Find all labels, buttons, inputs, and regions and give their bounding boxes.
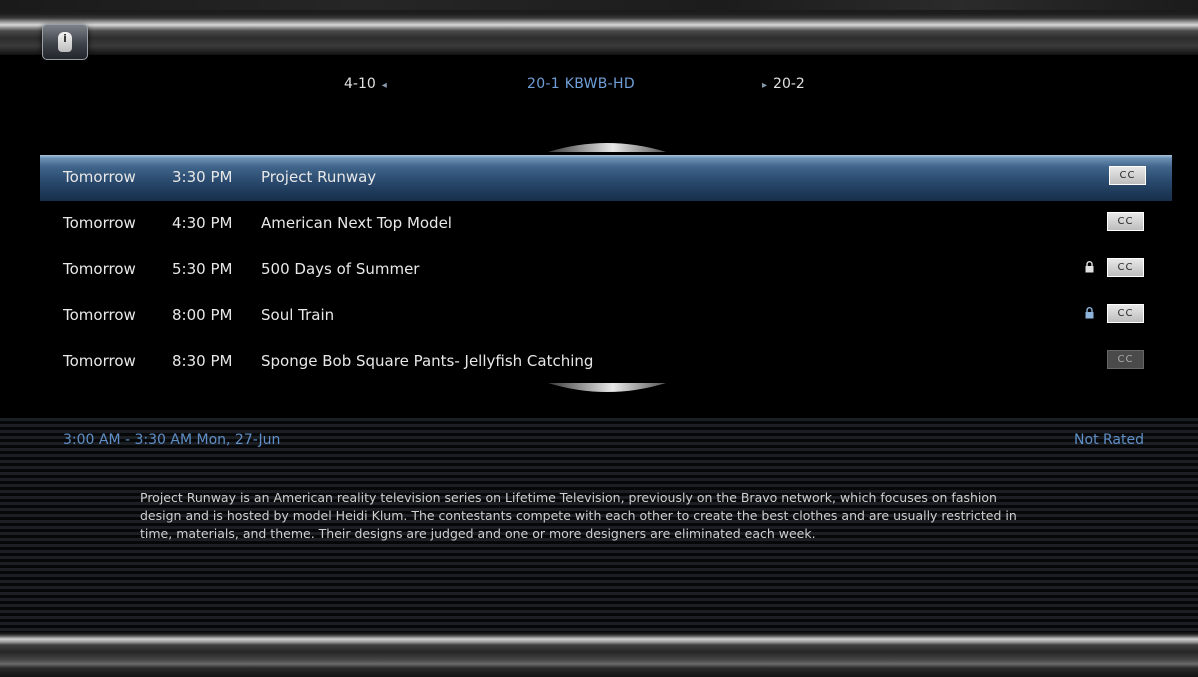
list-item[interactable]: Tomorrow 4:30 PM American Next Top Model CC bbox=[0, 201, 1198, 247]
program-title: Project Runway bbox=[261, 168, 377, 186]
cc-badge: CC bbox=[1109, 166, 1146, 185]
lock-icon bbox=[1085, 307, 1094, 319]
chevron-right-icon[interactable]: ▸ bbox=[762, 80, 767, 91]
cc-badge: CC bbox=[1107, 350, 1144, 369]
current-channel: 20-1 KBWB-HD bbox=[527, 76, 635, 92]
program-title: Sponge Bob Square Pants- Jellyfish Catch… bbox=[261, 352, 594, 370]
airing-time: 3:00 AM - 3:30 AM Mon, 27-Jun bbox=[63, 432, 281, 448]
bottom-chrome-bar bbox=[0, 632, 1198, 677]
list-item[interactable]: Tomorrow 8:00 PM Soul Train CC bbox=[0, 293, 1198, 339]
program-day: Tomorrow bbox=[63, 352, 136, 370]
program-time: 4:30 PM bbox=[172, 214, 233, 232]
program-day: Tomorrow bbox=[63, 214, 136, 232]
program-day: Tomorrow bbox=[63, 260, 136, 278]
program-description: Project Runway is an American reality te… bbox=[140, 490, 1017, 541]
program-time: 3:30 PM bbox=[172, 168, 233, 186]
program-title: Soul Train bbox=[261, 306, 335, 324]
program-details: 3:00 AM - 3:30 AM Mon, 27-Jun Not Rated … bbox=[0, 418, 1198, 632]
info-icon: i bbox=[58, 32, 72, 52]
chevron-left-icon[interactable]: ◂ bbox=[382, 80, 387, 91]
scroll-up-icon[interactable] bbox=[548, 138, 666, 152]
cc-badge: CC bbox=[1107, 212, 1144, 231]
cc-badge: CC bbox=[1107, 304, 1144, 323]
program-title: American Next Top Model bbox=[261, 214, 452, 232]
program-time: 8:00 PM bbox=[172, 306, 233, 324]
top-chrome-bar bbox=[0, 0, 1198, 55]
list-item[interactable]: Tomorrow 5:30 PM 500 Days of Summer CC bbox=[0, 247, 1198, 293]
list-item[interactable]: Tomorrow 8:30 PM Sponge Bob Square Pants- … bbox=[0, 339, 1198, 385]
program-title: 500 Days of Summer bbox=[261, 260, 420, 278]
program-list: Tomorrow 3:30 PM Project Runway CC Tomorrow 4… bbox=[0, 155, 1198, 385]
program-time: 8:30 PM bbox=[172, 352, 233, 370]
lock-icon bbox=[1085, 261, 1094, 273]
previous-channel[interactable]: 4-10 ◂ bbox=[344, 76, 387, 100]
rating-label: Not Rated bbox=[1074, 432, 1144, 448]
program-day: Tomorrow bbox=[63, 168, 136, 186]
list-item[interactable]: Tomorrow 3:30 PM Project Runway CC bbox=[40, 155, 1172, 201]
program-time: 5:30 PM bbox=[172, 260, 233, 278]
next-channel-label: 20-2 bbox=[773, 76, 805, 92]
next-channel[interactable]: ▸ 20-2 bbox=[762, 76, 805, 100]
program-day: Tomorrow bbox=[63, 306, 136, 324]
info-button[interactable]: i bbox=[42, 24, 88, 60]
scroll-down-icon[interactable] bbox=[548, 383, 666, 397]
previous-channel-label: 4-10 bbox=[344, 76, 376, 92]
cc-badge: CC bbox=[1107, 258, 1144, 277]
